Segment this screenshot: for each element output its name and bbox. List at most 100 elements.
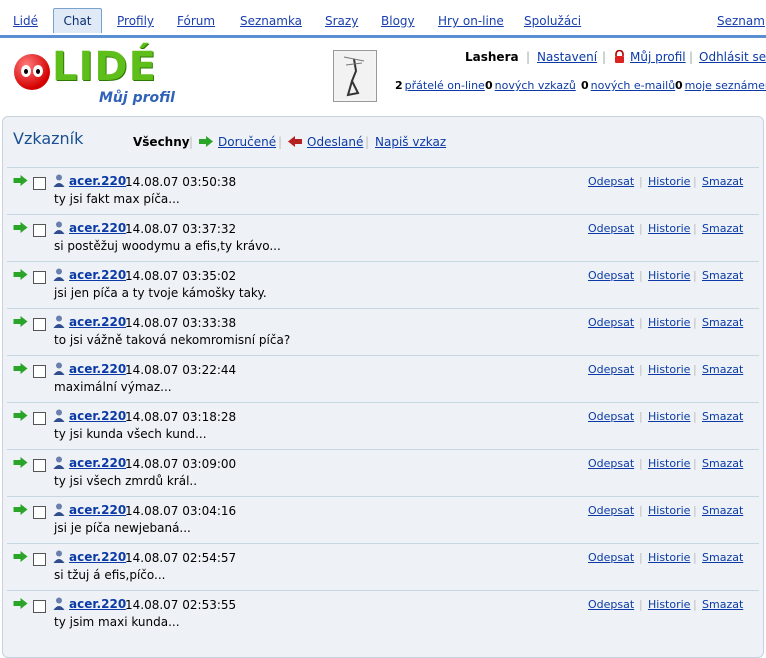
logout-link[interactable]: Odhlásit se [699, 50, 766, 64]
message-text: jsi jen píča a ty tvoje kámošky taky. [54, 286, 267, 300]
history-link[interactable]: Historie [648, 598, 690, 611]
message-text: jsi je píča newjebaná... [54, 521, 191, 535]
reply-link[interactable]: Odepsat [588, 551, 634, 564]
reply-link[interactable]: Odepsat [588, 504, 634, 517]
green-arrow-icon [13, 269, 28, 280]
message-checkbox[interactable] [33, 553, 46, 566]
username: Lashera [465, 50, 519, 64]
message-row: acer.220 14.08.07 02:54:57 si tžuj á efis,… [7, 543, 759, 590]
delete-link[interactable]: Smazat [702, 222, 743, 235]
reply-link[interactable]: Odepsat [588, 316, 634, 329]
message-date: 14.08.07 03:37:32 [125, 222, 237, 236]
nav-blogy[interactable]: Blogy [381, 14, 415, 28]
message-text: ty jsim maxi kunda... [54, 615, 180, 629]
green-arrow-icon [13, 410, 28, 421]
message-sender[interactable]: acer.220 [69, 503, 126, 517]
message-checkbox[interactable] [33, 177, 46, 190]
write-message-link[interactable]: Napiš vzkaz [375, 135, 446, 149]
delete-link[interactable]: Smazat [702, 269, 743, 282]
message-checkbox[interactable] [33, 365, 46, 378]
reply-link[interactable]: Odepsat [588, 598, 634, 611]
my-profile-link[interactable]: Můj profil [630, 50, 686, 64]
nav-seznam[interactable]: Seznam [717, 14, 765, 28]
nav-chat[interactable]: Chat [53, 8, 102, 33]
message-sender[interactable]: acer.220 [69, 456, 126, 470]
reply-link[interactable]: Odepsat [588, 222, 634, 235]
message-row: acer.220 14.08.07 03:50:38 ty jsi fakt max… [7, 167, 759, 214]
nav-seznamka[interactable]: Seznamka [240, 14, 302, 28]
logo-subtitle: Můj profil [99, 90, 175, 106]
person-icon [53, 174, 65, 187]
message-sender[interactable]: acer.220 [69, 268, 126, 282]
message-checkbox[interactable] [33, 506, 46, 519]
history-link[interactable]: Historie [648, 504, 690, 517]
filter-received[interactable]: Doručené [199, 135, 276, 149]
delete-link[interactable]: Smazat [702, 551, 743, 564]
history-link[interactable]: Historie [648, 222, 690, 235]
delete-link[interactable]: Smazat [702, 457, 743, 470]
site-logo[interactable]: LIDÉ Můj profil [14, 44, 184, 110]
message-row: acer.220 14.08.07 03:22:44 maximální výmaz… [7, 355, 759, 402]
message-checkbox[interactable] [33, 271, 46, 284]
nav-hry-online[interactable]: Hry on-line [438, 14, 504, 28]
settings-link[interactable]: Nastavení [537, 50, 597, 64]
message-checkbox[interactable] [33, 412, 46, 425]
green-arrow-icon [13, 598, 28, 609]
delete-link[interactable]: Smazat [702, 363, 743, 376]
delete-link[interactable]: Smazat [702, 504, 743, 517]
filter-all[interactable]: Všechny [133, 135, 190, 149]
reply-link[interactable]: Odepsat [588, 410, 634, 423]
history-link[interactable]: Historie [648, 410, 690, 423]
history-link[interactable]: Historie [648, 269, 690, 282]
message-sender[interactable]: acer.220 [69, 315, 126, 329]
message-row: acer.220 14.08.07 03:37:32 si postěžuj woo… [7, 214, 759, 261]
message-row: acer.220 14.08.07 03:35:02 jsi jen píča a … [7, 261, 759, 308]
my-dating-stat[interactable]: 0 moje seznámení [675, 79, 766, 92]
reply-link[interactable]: Odepsat [588, 457, 634, 470]
new-messages-stat[interactable]: 0 nových vzkazů [485, 79, 576, 92]
history-link[interactable]: Historie [648, 363, 690, 376]
message-sender[interactable]: acer.220 [69, 409, 126, 423]
message-sender[interactable]: acer.220 [69, 597, 126, 611]
reply-link[interactable]: Odepsat [588, 175, 634, 188]
message-date: 14.08.07 03:18:28 [125, 410, 237, 424]
message-sender[interactable]: acer.220 [69, 362, 126, 376]
history-link[interactable]: Historie [648, 457, 690, 470]
message-board-panel: Vzkazník Všechny | Doručené | Odeslané |… [2, 116, 764, 658]
message-date: 14.08.07 03:35:02 [125, 269, 237, 283]
nav-profily[interactable]: Profily [117, 14, 154, 28]
delete-link[interactable]: Smazat [702, 175, 743, 188]
reply-link[interactable]: Odepsat [588, 363, 634, 376]
message-row: acer.220 14.08.07 03:33:38 to jsi vážně ta… [7, 308, 759, 355]
message-checkbox[interactable] [33, 459, 46, 472]
message-sender[interactable]: acer.220 [69, 174, 126, 188]
message-sender[interactable]: acer.220 [69, 550, 126, 564]
history-link[interactable]: Historie [648, 551, 690, 564]
avatar[interactable] [333, 50, 377, 102]
nav-srazy[interactable]: Srazy [325, 14, 358, 28]
nav-lide[interactable]: Lidé [13, 14, 38, 28]
reply-link[interactable]: Odepsat [588, 269, 634, 282]
logo-face-icon [14, 54, 50, 90]
new-emails-stat[interactable]: 0 nových e-mailů [581, 79, 675, 92]
friends-online-stat[interactable]: 2 přátelé on-line [395, 79, 485, 92]
person-icon [53, 597, 65, 610]
history-link[interactable]: Historie [648, 316, 690, 329]
delete-link[interactable]: Smazat [702, 316, 743, 329]
green-arrow-icon [13, 457, 28, 468]
nav-spoluzaci[interactable]: Spolužáci [524, 14, 581, 28]
filter-sent[interactable]: Odeslané [288, 135, 363, 149]
nav-forum[interactable]: Fórum [177, 14, 215, 28]
person-icon [53, 268, 65, 281]
green-arrow-icon [13, 363, 28, 374]
message-checkbox[interactable] [33, 600, 46, 613]
message-row: acer.220 14.08.07 02:53:55 ty jsim maxi ku… [7, 590, 759, 637]
delete-link[interactable]: Smazat [702, 598, 743, 611]
history-link[interactable]: Historie [648, 175, 690, 188]
message-text: to jsi vážně taková nekomromisní píča? [54, 333, 291, 347]
delete-link[interactable]: Smazat [702, 410, 743, 423]
message-checkbox[interactable] [33, 224, 46, 237]
message-row: acer.220 14.08.07 03:04:16 jsi je píča new… [7, 496, 759, 543]
message-checkbox[interactable] [33, 318, 46, 331]
message-sender[interactable]: acer.220 [69, 221, 126, 235]
